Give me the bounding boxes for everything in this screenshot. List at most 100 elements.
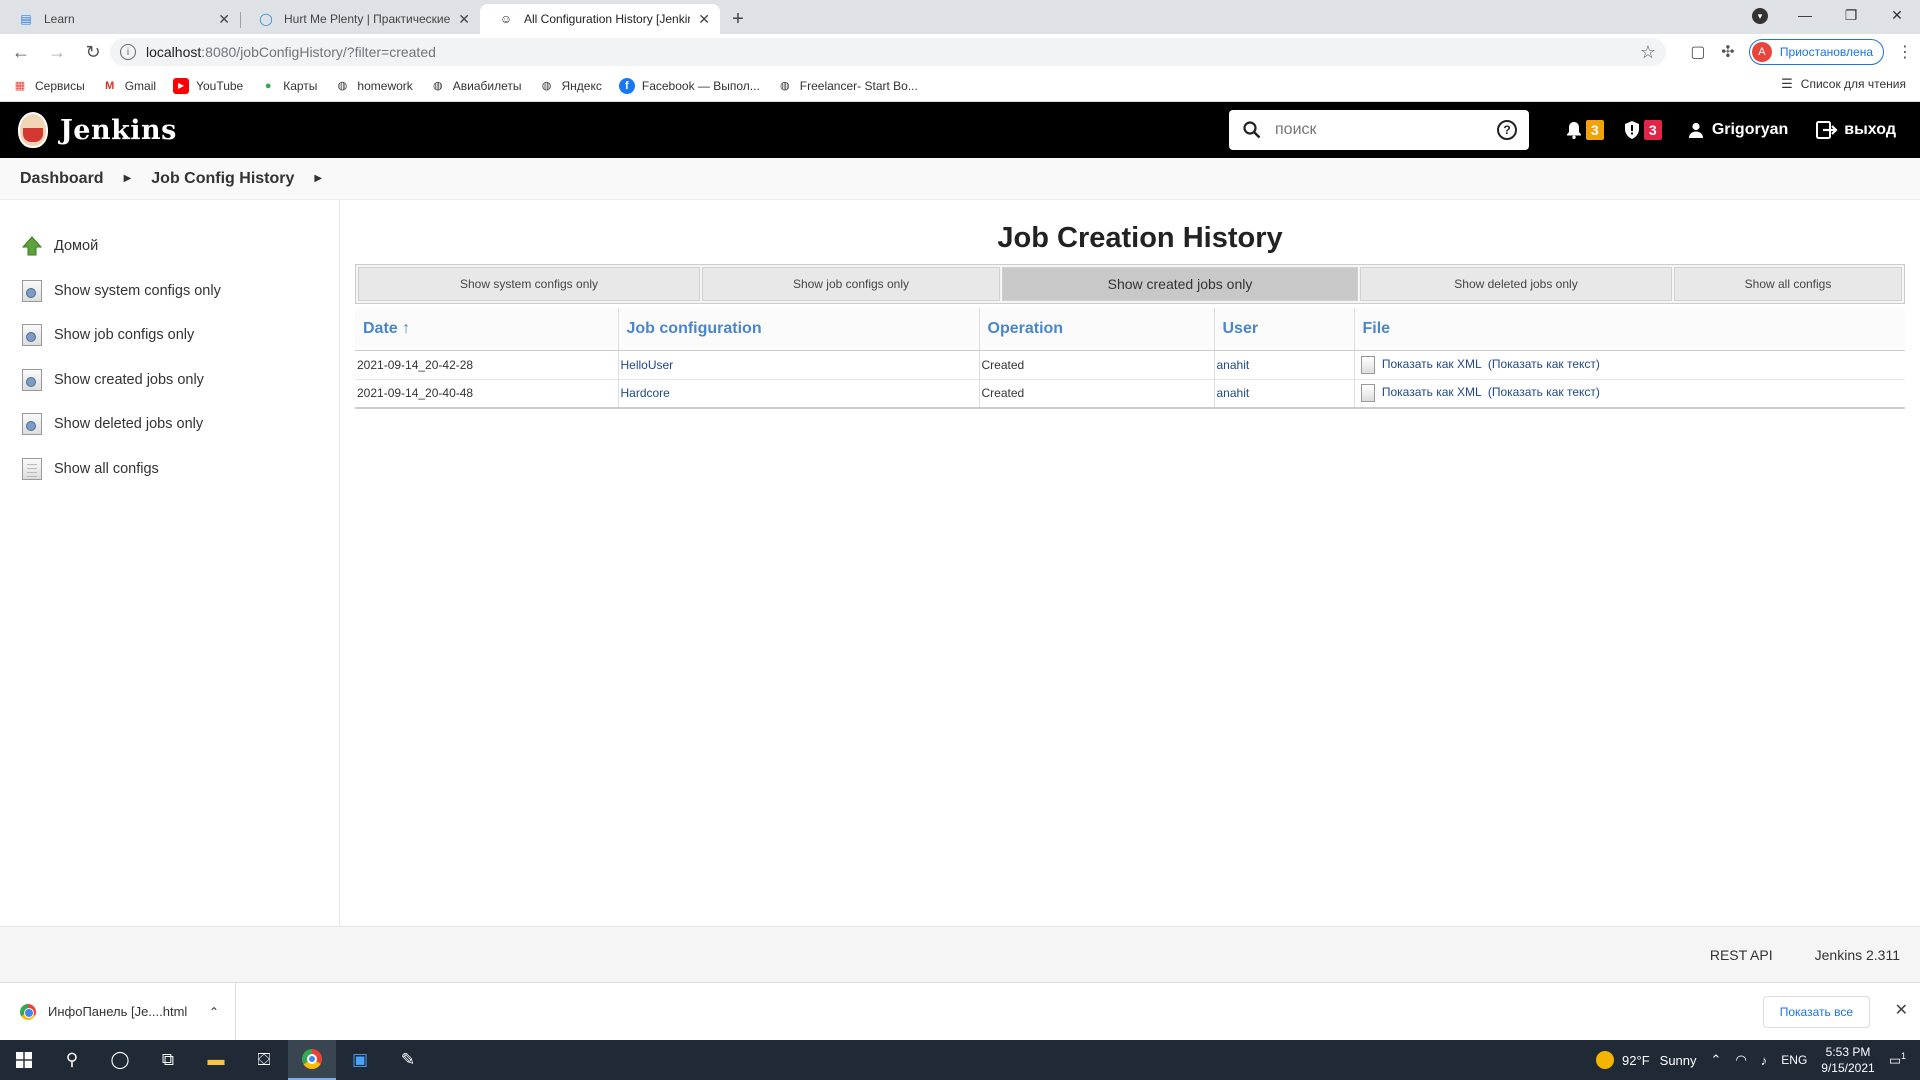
browser-tab-config-history[interactable]: ☺ All Configuration History [Jenkins ✕ <box>480 4 720 34</box>
close-tab-icon[interactable]: ✕ <box>458 11 470 28</box>
breadcrumb-dashboard[interactable]: Dashboard <box>20 170 104 188</box>
volume-icon[interactable]: ♪ <box>1761 1053 1768 1068</box>
sidebar-item-label: Домой <box>54 238 99 255</box>
chrome-taskbar-icon[interactable] <box>288 1040 336 1080</box>
username: Grigoryan <box>1711 121 1789 138</box>
close-tab-icon[interactable]: ✕ <box>218 11 230 28</box>
user-link[interactable]: anahit <box>1217 358 1250 372</box>
user-menu[interactable]: Grigoryan <box>1688 121 1788 139</box>
browser-tab-hurt-me-plenty[interactable]: ◯ Hurt Me Plenty | Практические з ✕ <box>240 4 480 34</box>
breadcrumb-chevron-icon[interactable]: ▶ <box>124 173 132 184</box>
file-explorer-icon[interactable]: ▬ <box>192 1040 240 1080</box>
bookmark-homework[interactable]: ◍ homework <box>334 78 413 94</box>
close-download-bar-icon[interactable]: ✕ <box>1895 1000 1908 1020</box>
bookmark-yandex[interactable]: ◍ Яндекс <box>539 78 602 94</box>
browser-tab-learn[interactable]: ▤ Learn ✕ <box>0 4 240 34</box>
filter-deleted-jobs-button[interactable]: Show deleted jobs only <box>1360 267 1672 301</box>
sidebar-item-system-configs[interactable]: Show system configs only <box>0 269 339 314</box>
reload-icon[interactable]: ↻ <box>78 37 108 67</box>
job-link[interactable]: HelloUser <box>621 358 674 372</box>
site-info-icon[interactable]: i <box>120 44 136 60</box>
address-bar[interactable]: i localhost:8080/jobConfigHistory/?filte… <box>110 38 1666 66</box>
sidebar-item-created-jobs[interactable]: Show created jobs only <box>0 358 339 403</box>
breadcrumb-job-config-history[interactable]: Job Config History <box>151 170 294 188</box>
filter-created-jobs-button[interactable]: Show created jobs only <box>1002 267 1358 301</box>
bookmark-aviabilety[interactable]: ◍ Авиабилеты <box>430 78 522 94</box>
show-as-text-link[interactable]: (Показать как текст) <box>1488 385 1600 399</box>
photos-icon[interactable]: ▣ <box>336 1040 384 1080</box>
restore-icon[interactable]: ❐ <box>1828 0 1874 30</box>
jenkins-version-link[interactable]: Jenkins 2.311 <box>1815 947 1900 963</box>
column-header-date[interactable]: Date ↑ <box>355 308 618 351</box>
jenkins-home-link[interactable]: Jenkins <box>18 112 177 148</box>
close-tab-icon[interactable]: ✕ <box>698 11 710 28</box>
back-icon[interactable]: ← <box>6 37 36 67</box>
user-link[interactable]: anahit <box>1217 386 1250 400</box>
close-window-icon[interactable]: ✕ <box>1874 0 1920 30</box>
column-header-file[interactable]: File <box>1353 308 1905 351</box>
windows-start-icon[interactable] <box>0 1040 48 1080</box>
filter-system-configs-button[interactable]: Show system configs only <box>358 267 700 301</box>
rest-api-link[interactable]: REST API <box>1710 947 1773 963</box>
logout-label: выход <box>1844 121 1896 138</box>
sidebar-item-home[interactable]: Домой <box>0 224 339 269</box>
tray-overflow-icon[interactable]: ⌃ <box>1711 1052 1722 1068</box>
forward-icon[interactable]: → <box>42 37 72 67</box>
sidebar-item-job-configs[interactable]: Show job configs only <box>0 313 339 358</box>
clock[interactable]: 5:53 PM 9/15/2021 <box>1821 1044 1874 1076</box>
paint-icon[interactable]: ✎ <box>384 1040 432 1080</box>
jenkins-header: Jenkins ? 3 3 Grigoryan выход <box>0 102 1920 158</box>
column-header-user[interactable]: User <box>1213 308 1354 351</box>
filter-all-configs-button[interactable]: Show all configs <box>1674 267 1902 301</box>
bookmark-youtube[interactable]: ▶ YouTube <box>173 77 243 94</box>
tab-search-icon[interactable]: ▾ <box>1752 8 1768 24</box>
bookmark-gmail[interactable]: M Gmail <box>102 78 156 94</box>
bookmark-maps[interactable]: ● Карты <box>260 78 318 94</box>
logout-button[interactable]: выход <box>1816 121 1896 139</box>
language-indicator[interactable]: ENG <box>1781 1053 1807 1067</box>
weather-condition[interactable]: Sunny <box>1660 1053 1697 1068</box>
breadcrumb-chevron-icon[interactable]: ▶ <box>314 173 322 184</box>
weather-temperature[interactable]: 92°F <box>1622 1053 1650 1068</box>
logout-icon <box>1816 121 1838 139</box>
bookmark-label: Gmail <box>124 78 157 93</box>
download-item[interactable]: ИнфоПанель [Je....html ⌃ <box>0 982 236 1041</box>
profile-status: Приостановлена <box>1779 45 1873 59</box>
menu-dots-icon[interactable]: ⋮ <box>1890 42 1920 62</box>
bookmark-facebook[interactable]: f Facebook — Выпол... <box>618 77 760 94</box>
security-alerts-button[interactable]: 3 <box>1624 120 1662 140</box>
column-header-job-configuration[interactable]: Job configuration <box>617 308 979 351</box>
filter-job-configs-button[interactable]: Show job configs only <box>702 267 1000 301</box>
chevron-up-icon[interactable]: ⌃ <box>209 1005 219 1019</box>
help-icon[interactable]: ? <box>1497 120 1517 140</box>
bookmark-star-icon[interactable]: ☆ <box>1640 42 1656 63</box>
cortana-icon[interactable]: ◯ <box>96 1040 144 1080</box>
show-as-xml-link[interactable]: Показать как XML <box>1382 385 1481 399</box>
sidebar-item-label: Show deleted jobs only <box>54 416 204 433</box>
show-as-xml-link[interactable]: Показать как XML <box>1382 357 1481 371</box>
notifications-button[interactable]: 3 <box>1566 120 1604 140</box>
wifi-icon[interactable]: ◠ <box>1735 1052 1746 1068</box>
reading-list-button[interactable]: ☰ Список для чтения <box>1781 76 1906 92</box>
store-icon[interactable]: ⛋ <box>240 1040 288 1080</box>
show-as-text-link[interactable]: (Показать как текст) <box>1488 357 1600 371</box>
minimize-icon[interactable]: — <box>1782 0 1828 30</box>
bookmark-freelancer[interactable]: ◍ Freelancer- Start Bo... <box>777 78 918 94</box>
job-link[interactable]: Hardcore <box>621 386 670 400</box>
column-header-operation[interactable]: Operation <box>978 308 1214 351</box>
extension-square-icon[interactable]: ▢ <box>1683 42 1713 62</box>
bookmark-services[interactable]: ▦ Сервисы <box>12 78 85 94</box>
sidebar-item-deleted-jobs[interactable]: Show deleted jobs only <box>0 402 339 447</box>
new-tab-button[interactable]: + <box>720 4 756 34</box>
task-view-icon[interactable]: ⧉ <box>144 1040 192 1080</box>
facebook-icon: f <box>618 77 635 94</box>
clock-date: 9/15/2021 <box>1821 1061 1875 1075</box>
taskbar-search-icon[interactable]: ⚲ <box>48 1040 96 1080</box>
show-all-downloads-button[interactable]: Показать все <box>1762 996 1870 1028</box>
profile-button[interactable]: A Приостановлена <box>1748 39 1884 65</box>
search-input[interactable] <box>1275 121 1497 139</box>
action-center-icon[interactable]: ▭1 <box>1889 1051 1906 1068</box>
puzzle-extensions-icon[interactable]: ✣ <box>1713 42 1743 62</box>
sidebar-item-all-configs[interactable]: Show all configs <box>0 447 339 492</box>
user-icon <box>1688 122 1703 138</box>
